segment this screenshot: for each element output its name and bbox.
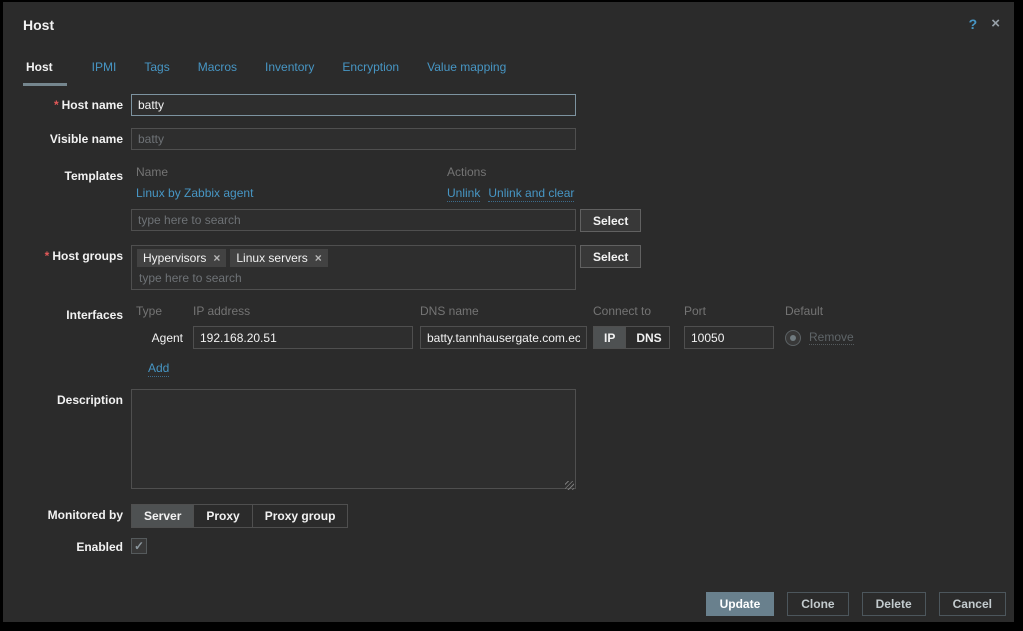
monitored-by-toggle: Server Proxy Proxy group xyxy=(131,504,348,528)
interface-row: Agent IP DNS Remove xyxy=(131,326,854,349)
interfaces-label: Interfaces xyxy=(20,304,123,322)
host-dialog: Host ? × Host IPMI Tags Macros Inventory… xyxy=(3,2,1014,622)
clone-button[interactable]: Clone xyxy=(787,592,848,616)
host-groups-multiselect[interactable]: Hypervisors× Linux servers× type here to… xyxy=(131,245,576,290)
help-icon[interactable]: ? xyxy=(969,16,978,32)
interface-ip-input[interactable] xyxy=(193,326,413,349)
host-name-input[interactable] xyxy=(131,94,576,116)
delete-button[interactable]: Delete xyxy=(862,592,926,616)
visible-name-label: Visible name xyxy=(20,128,123,146)
monitored-by-proxy-group-button[interactable]: Proxy group xyxy=(252,505,348,527)
templates-search-input[interactable] xyxy=(131,209,576,231)
interface-type-column-header: Type xyxy=(131,304,188,318)
host-groups-label: *Host groups xyxy=(20,245,123,263)
linked-template-link[interactable]: Linux by Zabbix agent xyxy=(136,186,253,200)
close-icon[interactable]: × xyxy=(991,15,1000,32)
host-group-chip: Hypervisors× xyxy=(137,249,226,267)
description-label: Description xyxy=(20,389,123,407)
cancel-button[interactable]: Cancel xyxy=(939,592,1006,616)
interface-port-column-header: Port xyxy=(684,304,774,318)
templates-label: Templates xyxy=(20,165,123,183)
connect-to-toggle: IP DNS xyxy=(593,326,670,349)
tab-tags[interactable]: Tags xyxy=(130,52,183,86)
templates-actions-column-header: Actions xyxy=(447,165,486,179)
dialog-header: Host ? × xyxy=(3,2,1014,46)
add-interface-link[interactable]: Add xyxy=(148,361,169,377)
visible-name-input[interactable] xyxy=(131,128,576,150)
tab-encryption[interactable]: Encryption xyxy=(328,52,413,86)
chip-remove-icon[interactable]: × xyxy=(213,251,220,265)
tab-value-mapping[interactable]: Value mapping xyxy=(413,52,520,86)
interface-dns-column-header: DNS name xyxy=(420,304,587,318)
interface-type-value: Agent xyxy=(131,331,188,345)
host-group-chip: Linux servers× xyxy=(230,249,327,267)
interface-port-input[interactable] xyxy=(684,326,774,349)
required-asterisk: * xyxy=(54,98,59,112)
interface-connect-column-header: Connect to xyxy=(593,304,670,318)
update-button[interactable]: Update xyxy=(706,592,775,616)
tab-inventory[interactable]: Inventory xyxy=(251,52,328,86)
host-groups-search-placeholder[interactable]: type here to search xyxy=(137,267,570,286)
templates-select-button[interactable]: Select xyxy=(580,209,641,232)
enabled-checkbox[interactable]: ✓ xyxy=(131,538,147,554)
connect-ip-button[interactable]: IP xyxy=(594,327,625,348)
host-form: *Host name Visible name Templates Name A… xyxy=(3,94,1014,554)
interface-dns-input[interactable] xyxy=(420,326,587,349)
host-groups-select-button[interactable]: Select xyxy=(580,245,641,268)
interface-remove-link: Remove xyxy=(809,330,854,345)
description-textarea[interactable] xyxy=(131,389,576,489)
connect-dns-button[interactable]: DNS xyxy=(625,327,671,348)
dialog-title: Host xyxy=(23,17,54,33)
unlink-link[interactable]: Unlink xyxy=(447,186,480,202)
default-interface-radio[interactable] xyxy=(785,330,801,346)
interface-default-column-header: Default xyxy=(785,304,823,318)
monitored-by-server-button[interactable]: Server xyxy=(132,505,193,527)
tab-bar: Host IPMI Tags Macros Inventory Encrypti… xyxy=(23,52,1014,86)
dialog-footer: Update Clone Delete Cancel xyxy=(706,592,1006,616)
resize-handle[interactable] xyxy=(565,481,574,490)
required-asterisk: * xyxy=(45,249,50,263)
tab-ipmi[interactable]: IPMI xyxy=(78,52,131,86)
chip-remove-icon[interactable]: × xyxy=(315,251,322,265)
unlink-and-clear-link[interactable]: Unlink and clear xyxy=(488,186,574,202)
interface-ip-column-header: IP address xyxy=(193,304,413,318)
host-name-label: *Host name xyxy=(20,94,123,112)
monitored-by-proxy-button[interactable]: Proxy xyxy=(193,505,251,527)
enabled-label: Enabled xyxy=(20,538,123,554)
tab-macros[interactable]: Macros xyxy=(184,52,251,86)
monitored-by-label: Monitored by xyxy=(20,504,123,522)
templates-name-column-header: Name xyxy=(131,165,447,179)
tab-host[interactable]: Host xyxy=(23,52,67,86)
